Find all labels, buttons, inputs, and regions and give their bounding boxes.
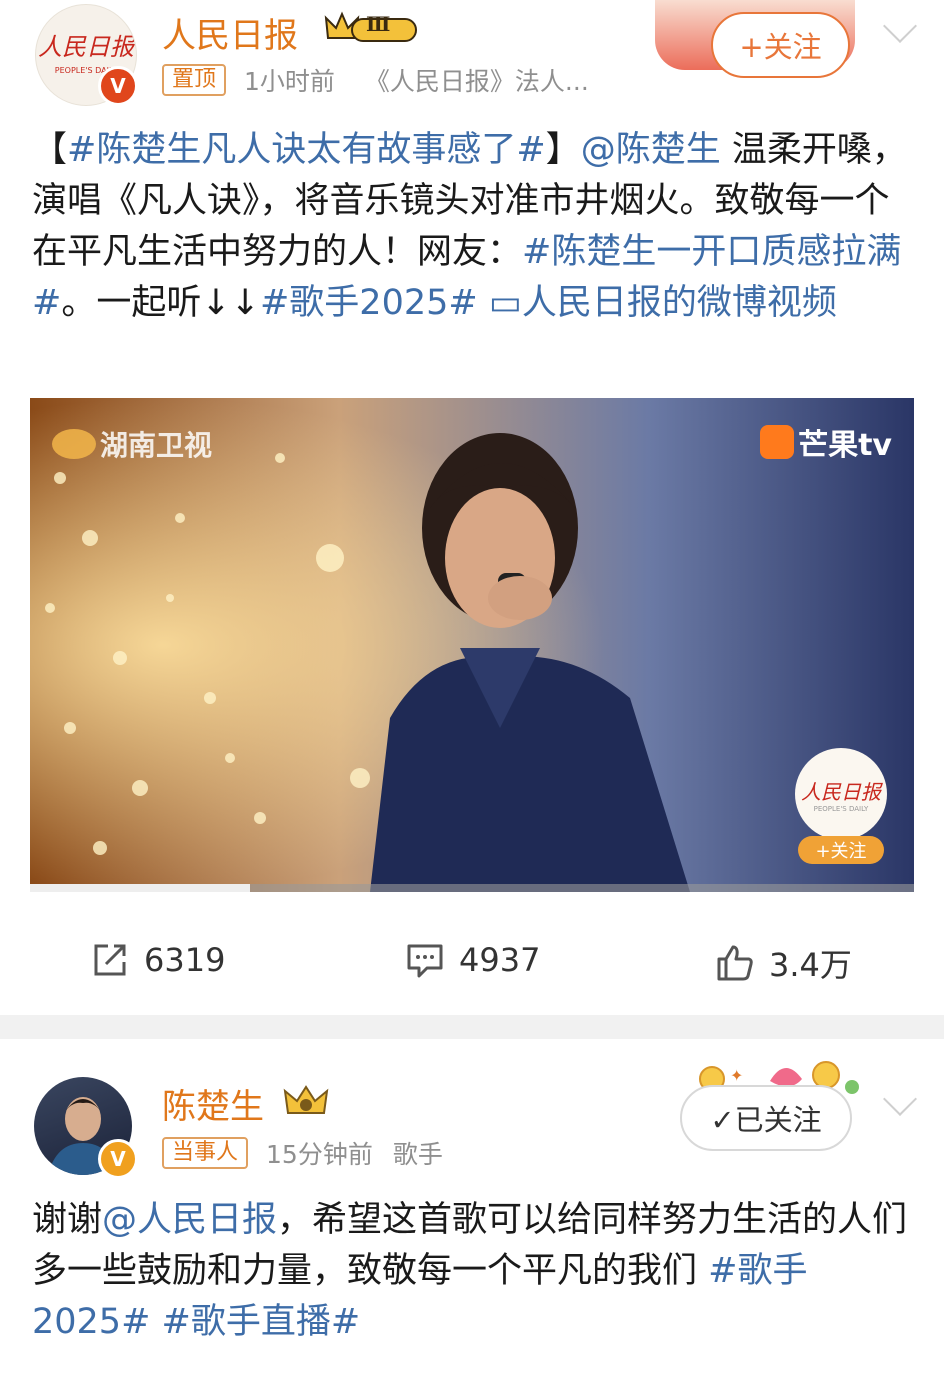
topic-link[interactable]: #歌手直播# xyxy=(162,1302,361,1342)
topic-link[interactable]: #陈楚生凡人诀太有故事感了# xyxy=(67,130,546,170)
post-actions: 6319 4937 3.4万 xyxy=(0,940,944,1000)
post-meta: 当事人 15分钟前 歌手 xyxy=(162,1135,443,1171)
overlay-follow-button[interactable]: +关注 xyxy=(798,836,884,864)
text-space xyxy=(150,1302,161,1342)
text-bracket: 【 xyxy=(32,130,68,170)
post-time: 15分钟前 xyxy=(266,1140,373,1169)
author-name[interactable]: 人民日报 xyxy=(162,8,298,57)
post-separator xyxy=(0,1015,944,1039)
post-source: 《人民日报》法人... xyxy=(364,67,589,96)
svg-text:✦: ✦ xyxy=(730,1066,743,1085)
post-meta: 置顶 1小时前 《人民日报》法人... xyxy=(162,62,589,98)
topic-link[interactable]: #歌手2025# xyxy=(260,283,478,323)
video-link[interactable]: 人民日报的微博视频 xyxy=(522,283,837,323)
weibo-post-chenchusheng: V 陈楚生 当事人 15分钟前 歌手 ✦ ✓已关注 谢谢@人民日报，希望这首歌可… xyxy=(0,1039,944,1373)
like-count: 3.4万 xyxy=(769,946,852,984)
text-bracket: 】 xyxy=(545,130,581,170)
verified-badge-icon: V xyxy=(98,66,138,106)
mango-tv-logo-icon xyxy=(760,425,795,459)
followed-button-label: ✓已关注 xyxy=(710,1103,822,1137)
pinned-tag: 置顶 xyxy=(162,64,227,96)
weibo-post-renmin: 人民日报 PEOPLE'S DAILY V 人民日报 Ⅲ 置顶 1小时前 《人民… xyxy=(0,0,944,1015)
video-icon: ▭ xyxy=(477,283,522,323)
post-text: 【#陈楚生凡人诀太有故事感了#】@陈楚生 温柔开嗓，演唱《凡人诀》，将音乐镜头对… xyxy=(32,125,922,329)
follow-button[interactable]: +关注 xyxy=(711,12,850,78)
post-time: 1小时前 xyxy=(244,67,335,96)
like-button[interactable]: 3.4万 xyxy=(715,940,852,986)
membership-crown-icon: Ⅲ xyxy=(322,10,418,46)
repost-icon xyxy=(94,944,126,976)
repost-count: 6319 xyxy=(144,941,226,979)
membership-crown-icon xyxy=(282,1085,330,1119)
thumbs-up-icon xyxy=(717,945,753,981)
channel-watermark-right: 芒果tv xyxy=(760,420,892,464)
overlay-follow-label: +关注 xyxy=(815,841,867,862)
overlay-logo-sub: PEOPLE'S DAILY xyxy=(813,804,869,813)
author-role: 歌手 xyxy=(392,1140,443,1169)
level-badge: Ⅲ xyxy=(366,12,391,36)
author-name[interactable]: 陈楚生 xyxy=(162,1079,264,1128)
text-body: 。一起听↓↓ xyxy=(61,283,260,323)
mention-link[interactable]: @陈楚生 xyxy=(581,130,721,170)
overlay-author-avatar[interactable]: 人民日报 PEOPLE'S DAILY xyxy=(795,748,887,840)
chevron-down-icon[interactable] xyxy=(883,1082,917,1116)
watermark-text: 湖南卫视 xyxy=(100,429,213,462)
channel-watermark-left: 湖南卫视 xyxy=(52,424,212,464)
comment-icon xyxy=(407,944,443,978)
hunan-tv-logo-icon xyxy=(52,429,96,459)
repost-button[interactable]: 6319 xyxy=(90,940,225,980)
video-frame xyxy=(30,398,914,892)
involved-tag: 当事人 xyxy=(162,1137,249,1169)
text-body: 谢谢 xyxy=(32,1200,103,1240)
comment-count: 4937 xyxy=(459,941,541,979)
watermark-text: 芒果tv xyxy=(798,428,892,463)
post-text: 谢谢@人民日报，希望这首歌可以给同样努力生活的人们多一些鼓励和力量，致敬每一个平… xyxy=(32,1195,922,1348)
followed-button[interactable]: ✓已关注 xyxy=(680,1085,852,1151)
svg-text:人民日报: 人民日报 xyxy=(38,33,136,61)
overlay-logo-text: 人民日报 xyxy=(801,779,881,804)
follow-button-label: +关注 xyxy=(739,30,822,64)
video-player[interactable]: 湖南卫视 芒果tv 人民日报 PEOPLE'S DAILY +关注 xyxy=(30,398,914,892)
mention-link[interactable]: @人民日报 xyxy=(102,1200,277,1240)
comment-button[interactable]: 4937 xyxy=(405,940,540,980)
verified-badge-icon: V xyxy=(98,1139,138,1179)
chevron-down-icon[interactable] xyxy=(883,9,917,43)
